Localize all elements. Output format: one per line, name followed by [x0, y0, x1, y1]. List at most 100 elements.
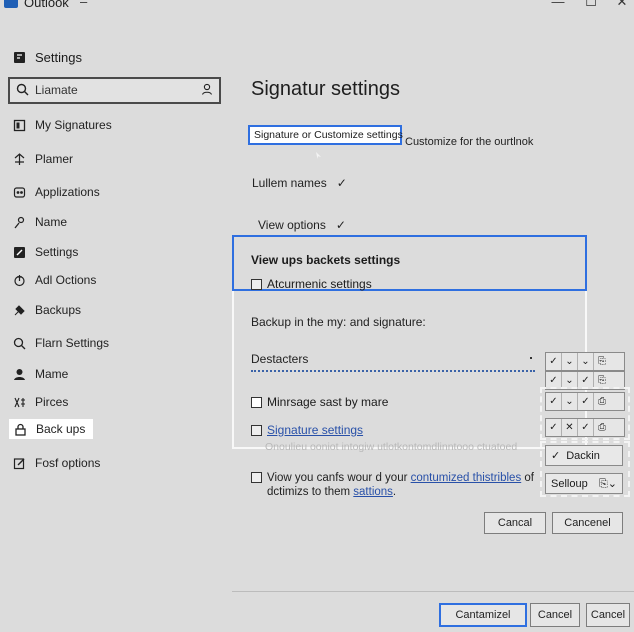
minrsage-control-row[interactable]: ✓ ⌄ ✓ ⎙ — [545, 392, 625, 411]
sidebar-item-backups[interactable]: Backups — [13, 301, 81, 319]
view-customized-text: Viow you canfs wour d your contumized th… — [267, 471, 534, 499]
backup-description: Backup in the my: and signature: — [251, 315, 426, 329]
check-icon: ✓ — [551, 450, 561, 462]
edit-icon — [13, 457, 25, 469]
dackin-label: Dackin — [566, 449, 600, 462]
mouse-cursor-icon — [316, 152, 321, 159]
prices-icon — [14, 397, 25, 407]
search-icon — [16, 83, 29, 96]
sidebar-item-name[interactable]: Name — [13, 213, 67, 231]
check-icon[interactable]: ✓ — [546, 353, 562, 370]
sattions-link[interactable]: sattions — [353, 486, 393, 498]
check-icon[interactable]: ✓ — [578, 419, 594, 436]
page-title: Signatur settings — [251, 78, 400, 100]
check-icon[interactable]: ✓ — [546, 419, 562, 436]
destacters-label: Destacters — [251, 352, 309, 366]
sidebar-item-label: My Signatures — [35, 118, 112, 132]
minimize-button[interactable]: — — [550, 0, 566, 9]
text-fragment: . — [392, 486, 397, 498]
clipboard-icon[interactable]: ⎙ — [594, 393, 610, 410]
chevron-down-icon[interactable]: ⌄ — [562, 393, 578, 410]
sidebar-item-adl-octions[interactable]: Adl Octions — [13, 271, 96, 289]
dot-marker — [530, 357, 532, 359]
sidebar-item-pirces[interactable]: Pirces — [13, 393, 68, 411]
sidebar-item-applizations[interactable]: Applizations — [13, 183, 100, 201]
title-bar: Outlook – — ☐ ✕ — [0, 0, 634, 14]
atcurmenic-settings-checkbox[interactable]: Atcurmenic settings — [251, 277, 372, 291]
cancal-button[interactable]: Cancal — [484, 512, 546, 534]
view-customized-checkbox[interactable]: Viow you canfs wour d your contumized th… — [251, 471, 534, 499]
signature-settings-checkbox[interactable]: Signature settings — [251, 423, 363, 437]
close-button[interactable]: ✕ — [614, 0, 630, 10]
checkbox-box[interactable] — [251, 424, 262, 436]
checkbox-box[interactable] — [251, 472, 262, 483]
sidebar-item-label: Applizations — [35, 185, 100, 199]
selloup-label: Selloup — [551, 477, 588, 490]
sidebar-item-label: Plamer — [35, 152, 74, 166]
sidebar-item-mame[interactable]: Mame — [13, 365, 68, 383]
sidebar-item-my-signatures[interactable]: My Signatures — [13, 116, 112, 134]
cantamizel-button[interactable]: Cantamizel — [439, 603, 527, 627]
signature-settings-link[interactable]: Signature settings — [267, 423, 363, 437]
signature-customize-button[interactable]: Signature or Customize settings — [248, 125, 403, 145]
sidebar-heading: Settings — [13, 50, 82, 65]
cancenel-button[interactable]: Cancenel — [552, 512, 623, 534]
selloup-dropdown[interactable]: Selloup ⎘⌄ — [545, 473, 623, 494]
document-icon[interactable]: ⎘ — [594, 353, 610, 370]
sidebar-item-label: Settings — [35, 245, 79, 259]
document-chevron-icon: ⎘⌄ — [598, 477, 617, 490]
checkbox-box[interactable] — [251, 396, 262, 408]
x-icon[interactable]: ✕ — [562, 419, 578, 436]
signature-description: Customize for the ourtlnok — [405, 136, 534, 148]
check-icon[interactable]: ✓ — [546, 393, 562, 410]
app-title: Outlook — [24, 0, 69, 10]
checkbox-box[interactable] — [251, 278, 262, 290]
user-icon[interactable] — [201, 83, 213, 95]
sidebar-item-label: Pirces — [35, 395, 69, 409]
maximize-button[interactable]: ☐ — [583, 0, 599, 10]
dackin-dropdown[interactable]: ✓ Dackin — [545, 445, 623, 466]
checkbox-label: Minrsage sast by mare — [267, 395, 389, 409]
sidebar-item-plamer[interactable]: Plamer — [13, 150, 73, 168]
signature-icon — [13, 119, 26, 131]
view-options-row[interactable]: View options ✓ — [258, 218, 346, 232]
cancel-secondary-button[interactable]: Cancel — [586, 603, 630, 627]
text-fragment: dctimizs to them — [267, 486, 354, 498]
sidebar-heading-label: Settings — [35, 50, 82, 65]
progress-line — [251, 370, 535, 372]
text-fragment: of — [521, 472, 534, 484]
search-value: Liamate — [35, 83, 78, 97]
sidebar-item-label: Adl Octions — [35, 273, 97, 287]
sidebar-item-back-ups[interactable]: Back ups — [9, 419, 94, 439]
options-icon — [14, 274, 25, 286]
sidebar-item-label: Flarn Settings — [35, 336, 110, 350]
chevron-down-icon[interactable]: ⌄ — [578, 353, 594, 370]
sidebar-item-fosf-options[interactable]: Fosf options — [13, 454, 100, 472]
check-icon: ✓ — [335, 218, 346, 232]
destacters-control-row-1[interactable]: ✓ ⌄ ⌄ ⎘ — [545, 352, 625, 371]
footer-divider — [232, 591, 634, 592]
cancel-button[interactable]: Cancel — [530, 603, 580, 627]
check-icon[interactable]: ✓ — [578, 393, 594, 410]
customized-link[interactable]: contumized thistribles — [411, 472, 522, 484]
title-separator: – — [80, 0, 88, 9]
minrsage-checkbox[interactable]: Minrsage sast by mare — [251, 395, 388, 409]
outlook-logo-icon — [4, 0, 18, 8]
sidebar-item-label: Fosf options — [35, 456, 101, 470]
chevron-down-icon[interactable]: ⌄ — [562, 353, 578, 370]
sidebar-item-flarn-settings[interactable]: Flarn Settings — [13, 334, 109, 352]
checkbox-label: Atcurmenic settings — [267, 277, 372, 291]
backups-icon — [14, 304, 25, 315]
signature-control-row[interactable]: ✓ ✕ ✓ ⎙ — [545, 418, 625, 437]
sidebar-item-label: Name — [35, 215, 68, 229]
faint-text: Onoulieu ooniot intogiw utlotkontomdlinn… — [265, 441, 518, 453]
sidebar-item-label: Mame — [35, 367, 69, 381]
settings-app-icon — [14, 52, 25, 63]
settings-icon — [14, 246, 25, 258]
sidebar-item-settings[interactable]: Settings — [13, 243, 78, 261]
clipboard-icon[interactable]: ⎙ — [594, 419, 610, 436]
text-fragment: Viow you canfs wour d your — [267, 472, 411, 484]
lullem-names-row[interactable]: Lullem names ✓ — [252, 176, 347, 190]
apps-icon — [13, 186, 26, 198]
search-input[interactable]: Liamate — [8, 77, 221, 104]
